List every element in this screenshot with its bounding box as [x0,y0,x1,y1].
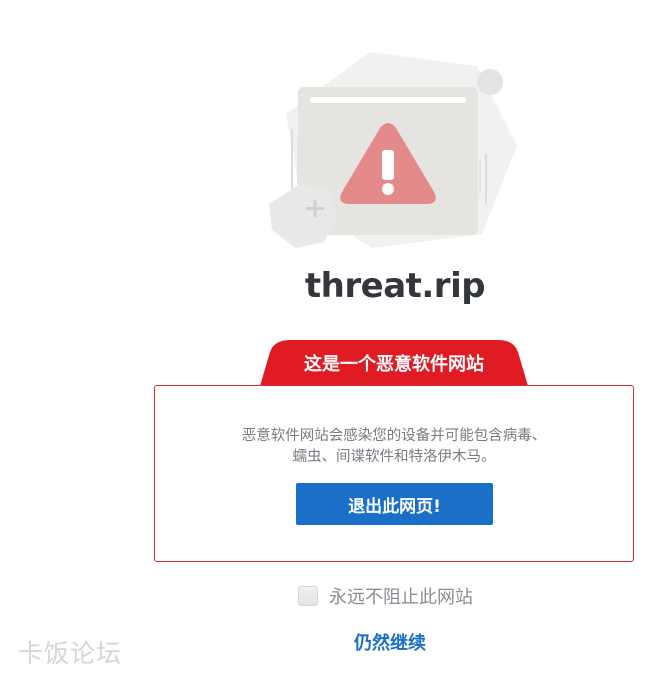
warning-tab-label: 这是一个恶意软件网站 [304,354,484,375]
exit-page-button[interactable]: 退出此网页! [296,483,493,525]
never-block-option[interactable]: 永远不阻止此网站 [298,584,473,608]
small-circle-decoration [477,69,503,95]
warning-box: 恶意软件网站会感染您的设备并可能包含病毒、 蠕虫、间谍软件和特洛伊木马。 退出此… [154,385,634,562]
forum-watermark: 卡饭论坛 [18,639,123,668]
site-domain-text: threat.rip [304,266,486,306]
continue-anyway-link[interactable]: 仍然继续 [354,629,426,655]
never-block-checkbox[interactable] [298,586,318,606]
warning-description-line-1: 恶意软件网站会感染您的设备并可能包含病毒、 [241,428,547,444]
malware-warning-tab: 这是一个恶意软件网站 [260,338,528,386]
warning-description: 恶意软件网站会感染您的设备并可能包含病毒、 蠕虫、间谍软件和特洛伊木马。 [165,426,623,468]
malware-illustration [262,44,524,252]
small-hexagon-shape [269,184,338,248]
never-block-label[interactable]: 永远不阻止此网站 [329,583,473,609]
warning-description-line-2: 蠕虫、间谍软件和特洛伊木马。 [292,449,496,465]
site-domain-title: threat.rip [0,266,654,306]
